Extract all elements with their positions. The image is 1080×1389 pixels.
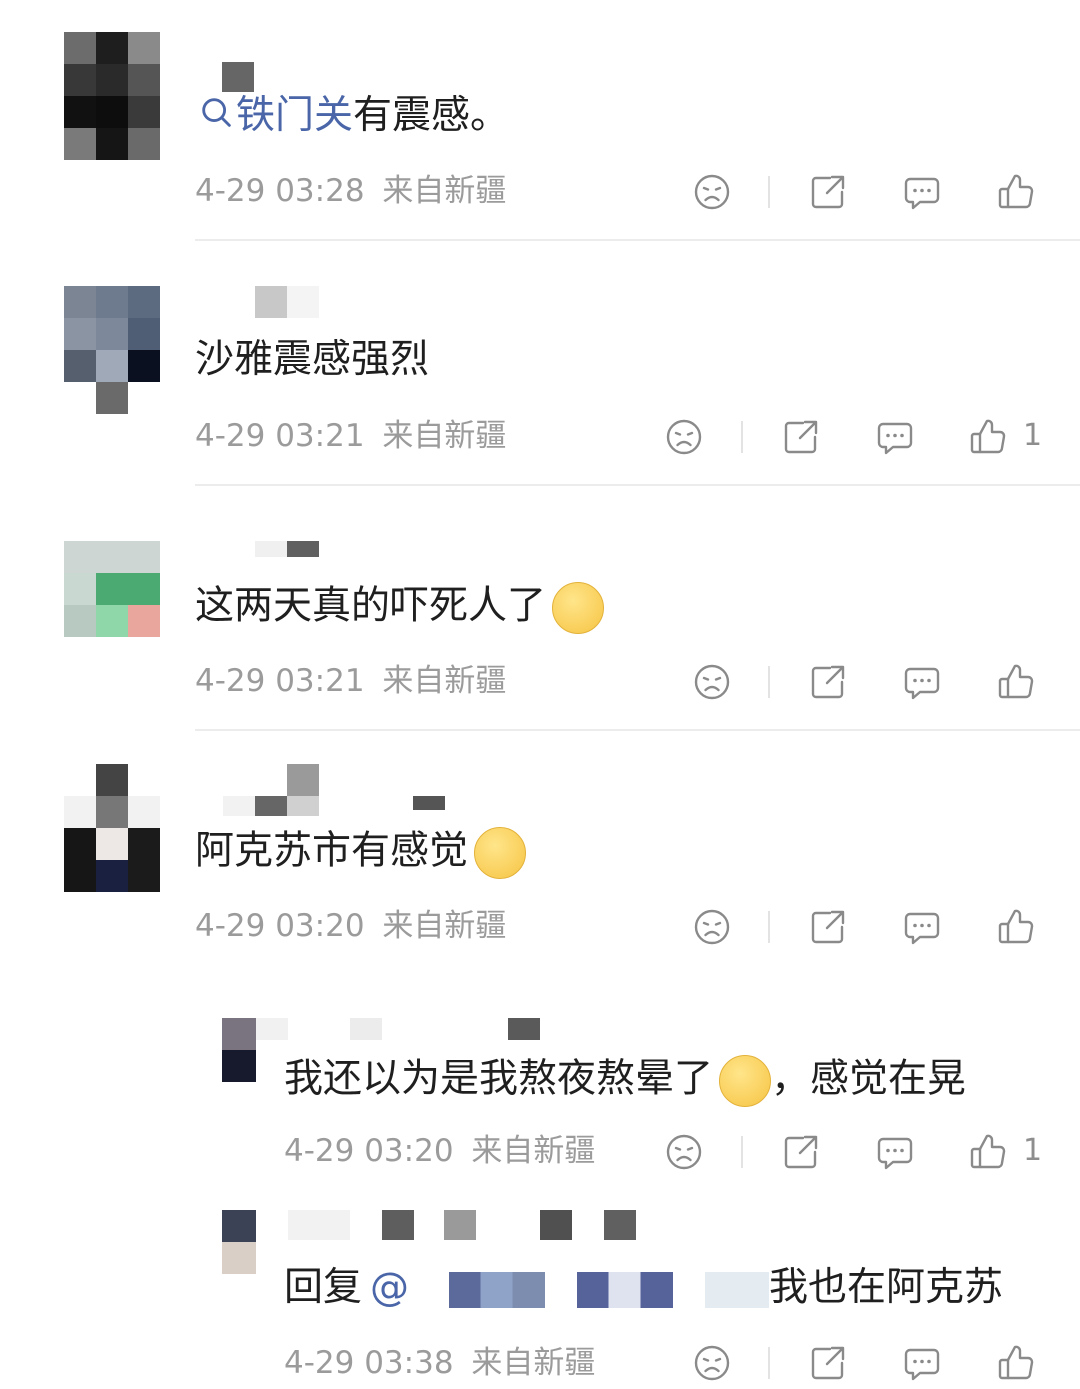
share-out-icon[interactable] bbox=[781, 417, 821, 457]
thumbs-up-icon[interactable] bbox=[996, 1343, 1036, 1383]
comment-bubble-icon[interactable] bbox=[902, 172, 942, 212]
thumbs-up-icon[interactable] bbox=[996, 662, 1036, 702]
avatar[interactable] bbox=[64, 286, 160, 414]
reply-text: 回复 @ 我也在阿克苏 bbox=[284, 1268, 1003, 1308]
comment-text: 沙雅震感强烈 bbox=[195, 340, 429, 379]
mention-redacted[interactable] bbox=[577, 1271, 674, 1308]
avatar[interactable] bbox=[222, 1018, 256, 1082]
timestamp: 4-29 03:38 bbox=[284, 1345, 454, 1381]
frown-face-icon[interactable] bbox=[664, 1132, 704, 1172]
comment-bubble-icon[interactable] bbox=[902, 1343, 942, 1383]
frown-face-icon[interactable] bbox=[692, 907, 732, 947]
row-divider bbox=[195, 239, 1080, 241]
reply-body: 我还以为是我熬夜熬晕了 bbox=[284, 1056, 714, 1102]
comment-text: 铁门关有震感。 bbox=[198, 94, 509, 135]
comment-meta: 4-29 03:21 来自新疆 bbox=[195, 421, 506, 452]
search-icon[interactable] bbox=[198, 94, 236, 132]
mention-at[interactable]: @ bbox=[370, 1265, 409, 1310]
comment-meta: 4-29 03:28 来自新疆 bbox=[195, 176, 506, 207]
location: 来自新疆 bbox=[471, 1345, 596, 1381]
share-out-icon[interactable] bbox=[808, 1343, 848, 1383]
like-count: 1 bbox=[1023, 418, 1043, 453]
comment-body: 沙雅震感强烈 bbox=[195, 337, 430, 382]
mention-redacted[interactable] bbox=[705, 1271, 770, 1308]
row-divider bbox=[195, 484, 1080, 486]
timestamp: 4-29 03:21 bbox=[195, 663, 365, 699]
crying-face-emoji bbox=[719, 1055, 772, 1107]
reply-body-end: ，感觉在晃 bbox=[771, 1056, 967, 1102]
comment-body: 有震感。 bbox=[353, 93, 510, 138]
thumbs-up-icon[interactable] bbox=[996, 907, 1036, 947]
divider bbox=[768, 176, 770, 208]
avatar[interactable] bbox=[64, 764, 160, 892]
comment-bubble-icon[interactable] bbox=[875, 1132, 915, 1172]
comment-body: 这两天真的吓死人了 bbox=[195, 583, 547, 629]
share-out-icon[interactable] bbox=[808, 907, 848, 947]
divider bbox=[741, 1136, 743, 1168]
reply-body: 我也在阿克苏 bbox=[769, 1265, 1004, 1310]
divider bbox=[741, 421, 743, 453]
timestamp: 4-29 03:20 bbox=[195, 908, 365, 944]
share-out-icon[interactable] bbox=[808, 662, 848, 702]
comment-meta: 4-29 03:20 来自新疆 bbox=[195, 911, 506, 942]
crying-face-emoji bbox=[474, 827, 527, 879]
timestamp: 4-29 03:28 bbox=[195, 173, 365, 209]
location: 来自新疆 bbox=[471, 1133, 596, 1169]
comment-meta: 4-29 03:21 来自新疆 bbox=[195, 666, 506, 697]
frown-face-icon[interactable] bbox=[692, 172, 732, 212]
divider bbox=[768, 666, 770, 698]
thumbs-up-icon[interactable] bbox=[996, 172, 1036, 212]
avatar[interactable] bbox=[64, 32, 160, 160]
topic-link[interactable]: 铁门关 bbox=[236, 93, 353, 138]
share-out-icon[interactable] bbox=[808, 172, 848, 212]
comment-bubble-icon[interactable] bbox=[902, 907, 942, 947]
frown-face-icon[interactable] bbox=[692, 1343, 732, 1383]
timestamp: 4-29 03:21 bbox=[195, 418, 365, 454]
location: 来自新疆 bbox=[382, 173, 507, 209]
share-out-icon[interactable] bbox=[781, 1132, 821, 1172]
timestamp: 4-29 03:20 bbox=[284, 1133, 454, 1169]
divider bbox=[768, 1347, 770, 1379]
comment-body: 阿克苏市有感觉 bbox=[195, 828, 469, 874]
divider bbox=[768, 911, 770, 943]
location: 来自新疆 bbox=[382, 418, 507, 454]
frown-face-icon[interactable] bbox=[692, 662, 732, 702]
mention-redacted[interactable] bbox=[449, 1271, 546, 1308]
location: 来自新疆 bbox=[382, 663, 507, 699]
location: 来自新疆 bbox=[382, 908, 507, 944]
avatar[interactable] bbox=[222, 1210, 256, 1274]
reply-prefix: 回复 bbox=[284, 1265, 363, 1310]
row-divider bbox=[195, 729, 1080, 731]
smirk-face-emoji bbox=[552, 582, 605, 634]
avatar[interactable] bbox=[64, 541, 160, 669]
comment-text: 阿克苏市有感觉 bbox=[195, 827, 527, 879]
comment-bubble-icon[interactable] bbox=[875, 417, 915, 457]
comment-bubble-icon[interactable] bbox=[902, 662, 942, 702]
reply-meta: 4-29 03:38 来自新疆 bbox=[284, 1348, 595, 1379]
thumbs-up-icon[interactable] bbox=[968, 1132, 1008, 1172]
reply-text: 我还以为是我熬夜熬晕了 ，感觉在晃 bbox=[284, 1055, 966, 1107]
reply-meta: 4-29 03:20 来自新疆 bbox=[284, 1136, 595, 1167]
thumbs-up-icon[interactable] bbox=[968, 417, 1008, 457]
frown-face-icon[interactable] bbox=[664, 417, 704, 457]
comment-text: 这两天真的吓死人了 bbox=[195, 582, 605, 634]
like-count: 1 bbox=[1023, 1133, 1043, 1168]
